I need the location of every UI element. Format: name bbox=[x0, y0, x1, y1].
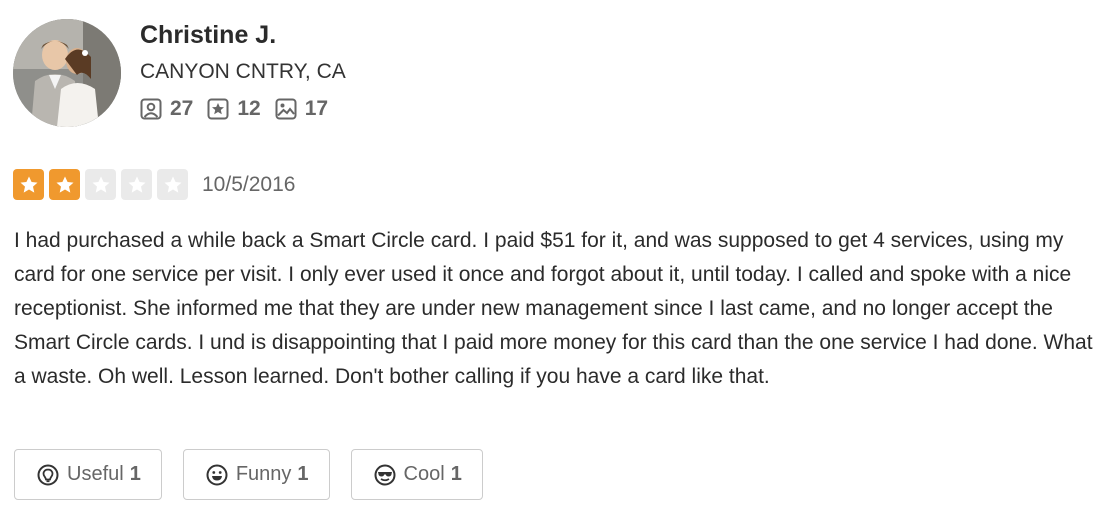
friends-stat: 27 bbox=[140, 97, 193, 121]
star-empty-icon bbox=[85, 169, 116, 200]
user-name[interactable]: Christine J. bbox=[140, 21, 276, 50]
funny-button[interactable]: Funny 1 bbox=[182, 449, 330, 500]
cool-count: 1 bbox=[450, 463, 462, 485]
sunglasses-icon bbox=[374, 464, 396, 485]
review-date: 10/5/2016 bbox=[202, 172, 296, 196]
star-filled-icon bbox=[49, 169, 80, 200]
funny-count: 1 bbox=[297, 463, 309, 485]
photos-count: 17 bbox=[304, 97, 329, 120]
user-stats: 27 12 17 bbox=[140, 97, 342, 121]
useful-label: Useful bbox=[67, 463, 124, 485]
smiley-icon bbox=[206, 464, 228, 485]
friends-icon bbox=[140, 98, 162, 120]
reviews-count: 12 bbox=[237, 97, 261, 120]
cool-button[interactable]: Cool 1 bbox=[350, 449, 483, 500]
useful-count: 1 bbox=[129, 463, 141, 485]
star-rating bbox=[13, 169, 193, 200]
lightbulb-icon bbox=[37, 464, 59, 485]
photo-icon bbox=[275, 98, 297, 120]
funny-label: Funny bbox=[235, 463, 292, 485]
review-text: I had purchased a while back a Smart Cir… bbox=[14, 229, 1093, 388]
reviews-stat: 12 bbox=[207, 97, 261, 121]
star-empty-icon bbox=[157, 169, 188, 200]
cool-label: Cool bbox=[403, 463, 445, 485]
friends-count: 27 bbox=[170, 97, 194, 120]
useful-button[interactable]: Useful 1 bbox=[14, 449, 162, 500]
photos-stat: 17 bbox=[275, 97, 328, 121]
user-location: CANYON CNTRY, CA bbox=[140, 60, 346, 83]
star-filled-icon bbox=[13, 169, 44, 200]
rating-row: 10/5/2016 bbox=[13, 169, 295, 200]
user-avatar[interactable] bbox=[13, 19, 121, 127]
star-empty-icon bbox=[121, 169, 152, 200]
review-star-icon bbox=[207, 98, 229, 120]
vote-buttons: Useful 1 Funny 1 Cool 1 bbox=[14, 449, 504, 500]
